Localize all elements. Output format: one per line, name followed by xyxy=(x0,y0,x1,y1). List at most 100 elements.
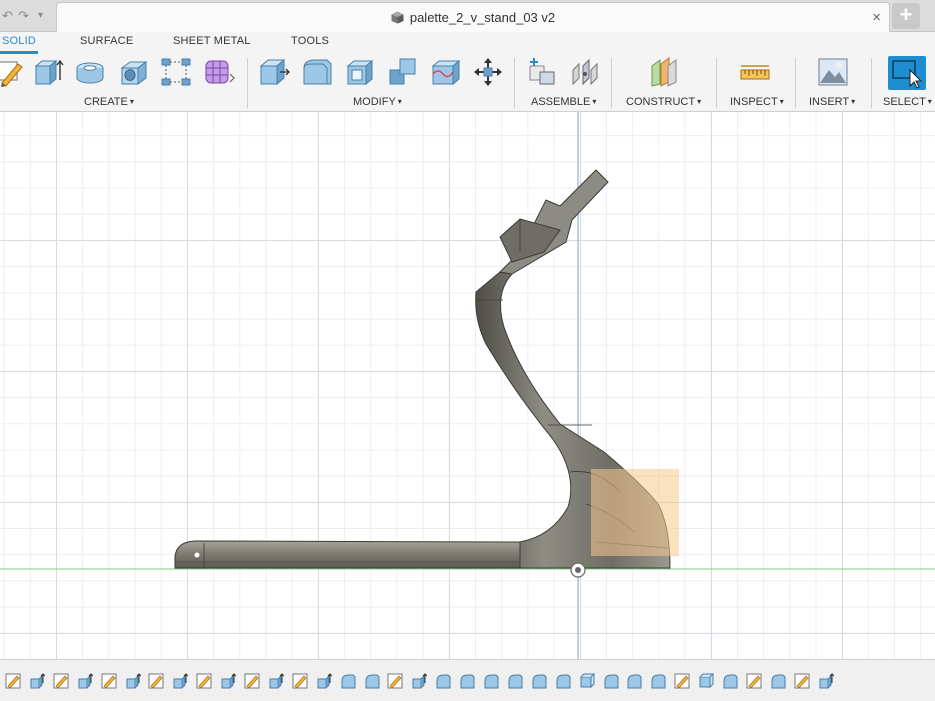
model-view xyxy=(0,112,935,659)
chevron-down-icon: ▾ xyxy=(592,97,597,106)
inspect-menu[interactable]: INSPECT ▾ xyxy=(730,96,784,108)
insert-image-icon[interactable] xyxy=(817,56,849,88)
timeline-fillet-icon[interactable] xyxy=(340,673,356,689)
timeline-sketch-icon[interactable] xyxy=(794,673,810,689)
create-form-icon[interactable] xyxy=(203,56,235,88)
tab-solid[interactable]: SOLID xyxy=(2,35,36,47)
timeline-sketch-icon[interactable] xyxy=(674,673,690,689)
timeline-sketch-icon[interactable] xyxy=(5,673,21,689)
timeline-extrude-icon[interactable] xyxy=(818,673,834,689)
hole-icon[interactable] xyxy=(118,56,150,88)
joint-icon[interactable] xyxy=(569,56,601,88)
select-window-icon xyxy=(892,60,923,89)
offset-plane-icon[interactable] xyxy=(648,56,680,88)
tab-tools[interactable]: TOOLS xyxy=(291,35,329,47)
construct-menu[interactable]: CONSTRUCT ▾ xyxy=(626,96,701,108)
shell-icon[interactable] xyxy=(344,56,376,88)
timeline-sketch-icon[interactable] xyxy=(244,673,260,689)
tab-surface[interactable]: SURFACE xyxy=(80,35,133,47)
create-menu[interactable]: CREATE ▾ xyxy=(84,96,134,108)
extrude-icon[interactable] xyxy=(32,56,64,88)
document-tab[interactable]: palette_2_v_stand_03 v2 × xyxy=(56,2,890,32)
timeline-fillet-icon[interactable] xyxy=(650,673,666,689)
chevron-down-icon: ▾ xyxy=(927,97,932,106)
component-cube-icon xyxy=(391,11,404,24)
timeline-sketch-icon[interactable] xyxy=(53,673,69,689)
timeline-extrude-icon[interactable] xyxy=(172,673,189,689)
timeline-sketch-icon[interactable] xyxy=(387,673,403,689)
timeline-extrude-icon[interactable] xyxy=(411,673,428,689)
timeline-extrude-icon[interactable] xyxy=(220,673,237,689)
vertex-point xyxy=(194,552,200,558)
canvas-viewport[interactable] xyxy=(0,112,935,659)
insert-menu[interactable]: INSERT ▾ xyxy=(809,96,855,108)
select-menu[interactable]: SELECT ▾ xyxy=(883,96,932,108)
timeline-fillet-icon[interactable] xyxy=(626,673,642,689)
timeline-fillet-icon[interactable] xyxy=(722,673,738,689)
timeline-fillet-icon[interactable] xyxy=(770,673,786,689)
measure-icon[interactable] xyxy=(739,56,771,88)
fillet-icon[interactable] xyxy=(301,56,333,88)
create-label: CREATE xyxy=(84,96,128,108)
timeline-fillet-icon[interactable] xyxy=(459,673,475,689)
revolve-icon[interactable] xyxy=(74,56,106,88)
chevron-down-icon: ▾ xyxy=(851,97,856,106)
select-tool-button[interactable] xyxy=(888,56,926,90)
select-label: SELECT xyxy=(883,96,926,108)
new-tab-button[interactable]: + xyxy=(892,3,920,29)
timeline-sketch-icon[interactable] xyxy=(148,673,164,689)
timeline-extrude-icon[interactable] xyxy=(29,673,45,689)
document-title-wrap: palette_2_v_stand_03 v2 xyxy=(57,10,889,25)
document-tab-bar: ↶ ↷ ▾ palette_2_v_stand_03 v2 × + xyxy=(0,0,935,32)
fusion-app-window: ↶ ↷ ▾ palette_2_v_stand_03 v2 × + SOLID … xyxy=(0,0,935,701)
timeline-fillet-icon[interactable] xyxy=(483,673,499,689)
timeline-extrude-icon[interactable] xyxy=(316,673,332,689)
close-tab-icon[interactable]: × xyxy=(872,9,881,26)
chevron-down-icon: ▾ xyxy=(129,97,134,106)
press-pull-icon[interactable] xyxy=(258,56,290,88)
undo-icon[interactable]: ↶ xyxy=(2,8,13,24)
chevron-down-icon: ▾ xyxy=(697,97,702,106)
modify-label: MODIFY xyxy=(353,96,396,108)
toolbar-divider xyxy=(716,58,717,108)
stand-cradle[interactable] xyxy=(498,169,609,275)
design-timeline xyxy=(0,659,935,701)
timeline-extrude-icon[interactable] xyxy=(268,673,284,689)
modify-menu[interactable]: MODIFY ▾ xyxy=(353,96,402,108)
timeline-sketch-icon[interactable] xyxy=(196,673,212,689)
assemble-menu[interactable]: ASSEMBLE ▾ xyxy=(531,96,596,108)
construct-label: CONSTRUCT xyxy=(626,96,696,108)
toolbar-divider xyxy=(247,58,248,108)
history-dropdown-icon[interactable]: ▾ xyxy=(38,10,43,21)
timeline-sketch-icon[interactable] xyxy=(746,673,762,689)
timeline-fillet-icon[interactable] xyxy=(364,673,380,689)
toolbar-divider xyxy=(871,58,872,108)
timeline-fillet-icon[interactable] xyxy=(603,673,619,689)
timeline-extrude-icon[interactable] xyxy=(125,673,141,689)
redo-icon[interactable]: ↷ xyxy=(18,8,29,24)
timeline-box-icon[interactable] xyxy=(579,673,595,689)
pattern-icon[interactable] xyxy=(160,56,192,88)
toolbar-divider xyxy=(795,58,796,108)
origin-dot xyxy=(575,567,581,573)
timeline-extrude-icon[interactable] xyxy=(77,673,93,689)
timeline-fillet-icon[interactable] xyxy=(507,673,523,689)
new-component-icon[interactable] xyxy=(526,56,558,88)
tab-sheet-metal[interactable]: SHEET METAL xyxy=(173,35,251,47)
replace-face-icon[interactable] xyxy=(430,56,462,88)
document-title: palette_2_v_stand_03 v2 xyxy=(409,10,556,25)
timeline-fillet-icon[interactable] xyxy=(555,673,571,689)
selection-highlight xyxy=(591,469,679,556)
move-copy-icon[interactable] xyxy=(472,56,504,88)
timeline-sketch-icon[interactable] xyxy=(101,673,117,689)
timeline-sketch-icon[interactable] xyxy=(292,673,308,689)
create-sketch-icon[interactable] xyxy=(0,56,28,88)
timeline-box-icon[interactable] xyxy=(698,673,715,689)
timeline-fillet-icon[interactable] xyxy=(531,673,547,689)
toolbar: CREATE ▾ MODIFY ▾ ASSEMBLE ▾ CONSTRUCT ▾… xyxy=(0,54,935,112)
toolbar-divider xyxy=(514,58,515,108)
insert-label: INSERT xyxy=(809,96,850,108)
combine-icon[interactable] xyxy=(387,56,419,88)
chevron-down-icon: ▾ xyxy=(397,97,402,106)
timeline-fillet-icon[interactable] xyxy=(435,673,451,689)
